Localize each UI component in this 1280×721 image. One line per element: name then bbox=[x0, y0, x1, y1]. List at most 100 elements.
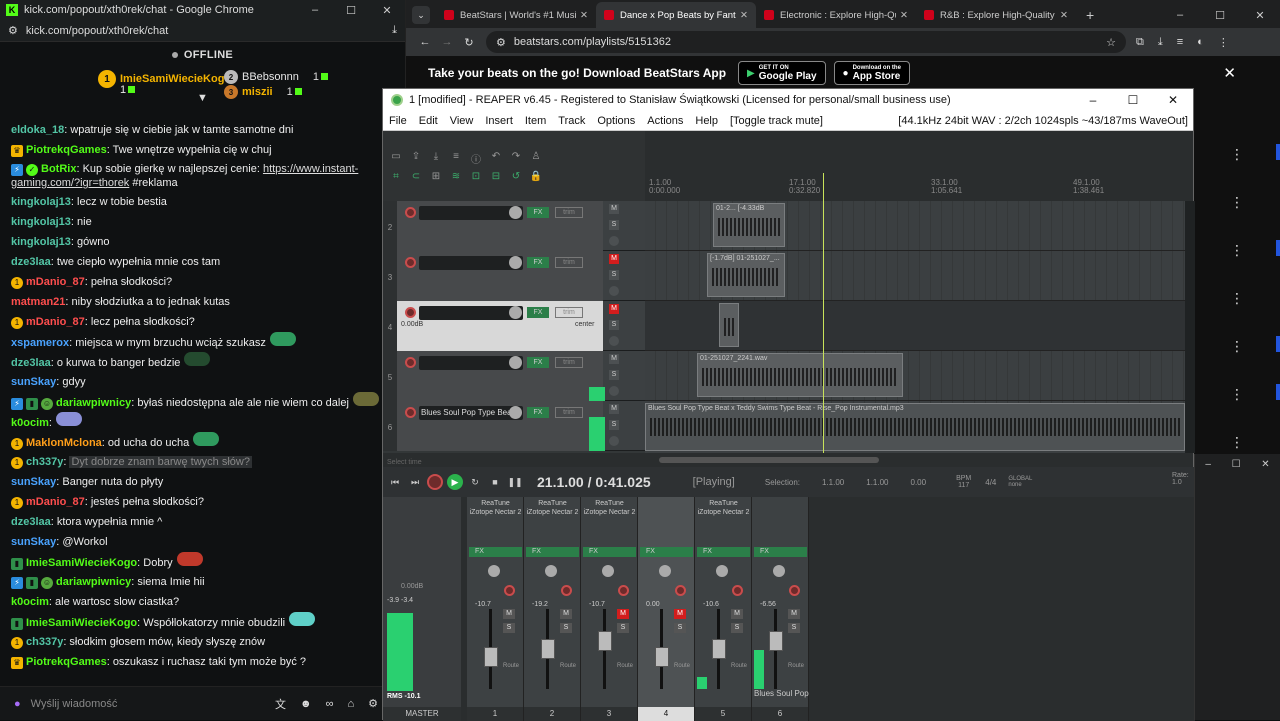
mute-button[interactable]: M bbox=[609, 404, 619, 414]
chat-username[interactable]: eldoka_18 bbox=[11, 124, 64, 136]
banner-close-icon[interactable]: ✕ bbox=[1223, 64, 1236, 82]
emoji-icon[interactable]: ☻ bbox=[300, 698, 312, 710]
volume-knob[interactable] bbox=[509, 306, 522, 319]
tab-close-icon[interactable]: ✕ bbox=[1056, 10, 1068, 21]
minimize-icon[interactable]: – bbox=[1073, 93, 1113, 107]
chat-username[interactable]: sunSkay bbox=[11, 376, 56, 388]
minimize-icon[interactable]: – bbox=[297, 4, 333, 17]
fx-chain-list[interactable]: ReaTune iZotope Nectar 2 bbox=[583, 497, 636, 531]
fx-button[interactable]: FX bbox=[527, 207, 549, 218]
chat-username[interactable]: dze3laa bbox=[11, 357, 51, 369]
chat-username[interactable]: k0ocim bbox=[11, 596, 49, 608]
menu-item[interactable]: View bbox=[450, 115, 474, 127]
mixer-strip[interactable]: ReaTune iZotope Nectar 2 FX -10.6 M S Route 5 bbox=[695, 497, 752, 721]
mute-button[interactable]: M bbox=[788, 609, 800, 619]
pinned-message-icon[interactable]: ▼ bbox=[197, 92, 208, 104]
global-automation[interactable]: GLOBAL none bbox=[1008, 476, 1032, 488]
mixer-strip[interactable]: ReaTune iZotope Nectar 2 FX -19.2 M S Route 2 bbox=[524, 497, 581, 721]
record-arm-button[interactable] bbox=[732, 585, 743, 596]
solo-button[interactable]: S bbox=[609, 370, 619, 380]
track-name-field[interactable] bbox=[419, 306, 523, 320]
close-icon[interactable]: ✕ bbox=[1153, 93, 1193, 107]
fx-button[interactable]: FX bbox=[697, 547, 750, 557]
translate-icon[interactable]: 文 bbox=[275, 696, 286, 712]
pan-knob[interactable] bbox=[602, 565, 614, 577]
fx-chain-list[interactable]: ReaTune iZotope Nectar 2 bbox=[697, 497, 750, 531]
channel-points-icon[interactable]: ∞ bbox=[326, 698, 334, 710]
mixer-strip[interactable]: FX 0.00 M S Route 4 bbox=[638, 497, 695, 721]
track-header[interactable]: 4 FX trim 0.00dB center M S bbox=[383, 301, 645, 351]
leaderboard-third[interactable]: 3 miszii 1 bbox=[224, 85, 302, 99]
extensions-icon[interactable]: ⧉ bbox=[1136, 36, 1144, 49]
menu-item[interactable]: Edit bbox=[419, 115, 438, 127]
menu-item[interactable]: Options bbox=[597, 115, 635, 127]
download-icon[interactable]: ⤓ bbox=[392, 24, 397, 37]
menu-icon[interactable]: ⋮ bbox=[1218, 36, 1229, 49]
chat-username[interactable]: BotRix bbox=[41, 163, 76, 175]
mixer-strip[interactable]: ReaTune iZotope Nectar 2 FX -10.7 M S Route 3 bbox=[581, 497, 638, 721]
open-project-icon[interactable]: ⇪ bbox=[409, 151, 423, 163]
pan-knob[interactable] bbox=[659, 565, 671, 577]
more-options-icon[interactable]: ⋮ bbox=[1230, 194, 1244, 211]
mute-button[interactable]: M bbox=[609, 254, 619, 264]
leaderboard-second[interactable]: 2 BBebsonnn 1 bbox=[224, 70, 329, 84]
time-signature[interactable]: 4/4 bbox=[985, 478, 996, 487]
mute-button[interactable]: M bbox=[731, 609, 743, 619]
site-info-icon[interactable]: ⚙ bbox=[496, 36, 506, 49]
mute-button[interactable]: M bbox=[617, 609, 629, 619]
minimize-icon[interactable]: – bbox=[1205, 459, 1211, 470]
envelope-icon[interactable]: ⊞ bbox=[429, 171, 443, 183]
repeat-icon[interactable]: ↻ bbox=[467, 474, 483, 490]
track-name-field[interactable] bbox=[419, 206, 523, 220]
trim-button[interactable]: trim bbox=[555, 257, 583, 268]
leaderboard-first[interactable]: 1 ImieSamiWiecieKogo 1 bbox=[98, 70, 231, 96]
mixer-strip[interactable]: ReaTune iZotope Nectar 2 FX -10.7 M S Route 1 bbox=[467, 497, 524, 721]
browser-tab[interactable]: BeatStars | World's #1 Music M✕ bbox=[436, 2, 596, 28]
maximize-icon[interactable]: ☐ bbox=[1113, 93, 1153, 107]
route-button[interactable]: Route bbox=[503, 663, 519, 669]
route-button[interactable]: Route bbox=[560, 663, 576, 669]
fx-chain-list[interactable] bbox=[640, 497, 693, 531]
maximize-icon[interactable]: ☐ bbox=[333, 4, 369, 17]
route-button[interactable] bbox=[609, 436, 619, 446]
solo-button[interactable]: S bbox=[609, 220, 619, 230]
undo-icon[interactable]: ↶ bbox=[489, 151, 503, 163]
media-item[interactable]: Blues Soul Pop Type Beat x Teddy Swims T… bbox=[645, 403, 1185, 451]
pause-icon[interactable]: ❚❚ bbox=[507, 474, 523, 490]
fader-cap[interactable] bbox=[541, 639, 555, 659]
fx-button[interactable]: FX bbox=[527, 257, 549, 268]
trim-button[interactable]: trim bbox=[555, 357, 583, 368]
chat-username[interactable]: k0ocim bbox=[11, 417, 49, 429]
audio-device-info[interactable]: [44.1kHz 24bit WAV : 2/2ch 1024spls ~43/… bbox=[898, 115, 1188, 127]
chat-username[interactable]: mDanio_87 bbox=[26, 496, 85, 508]
track-name-field[interactable] bbox=[419, 256, 523, 270]
fader-cap[interactable] bbox=[769, 631, 783, 651]
menu-item[interactable]: Insert bbox=[485, 115, 513, 127]
stop-icon[interactable]: ■ bbox=[487, 474, 503, 490]
tab-search-icon[interactable]: ⌄ bbox=[412, 6, 430, 24]
more-options-icon[interactable]: ⋮ bbox=[1230, 386, 1244, 403]
record-arm-button[interactable] bbox=[405, 207, 416, 218]
fx-button[interactable]: FX bbox=[527, 357, 549, 368]
chat-username[interactable]: dze3laa bbox=[11, 516, 51, 528]
solo-button[interactable]: S bbox=[788, 623, 800, 633]
cross-fade-icon[interactable]: ⊟ bbox=[489, 171, 503, 183]
trim-button[interactable]: trim bbox=[555, 407, 583, 418]
fx-chain-list[interactable] bbox=[754, 497, 807, 531]
horizontal-scrollbar[interactable] bbox=[645, 453, 1185, 467]
media-item[interactable]: 01-2... [-4.33dB bbox=[713, 203, 785, 247]
chat-username[interactable]: kingkolaj13 bbox=[11, 236, 71, 248]
chat-username[interactable]: mDanio_87 bbox=[26, 316, 85, 328]
microphone-icon[interactable]: ● bbox=[14, 698, 21, 710]
fader-cap[interactable] bbox=[598, 631, 612, 651]
route-button[interactable]: Route bbox=[788, 663, 804, 669]
browser-tab[interactable]: Dance x Pop Beats by Fantom ✕ bbox=[596, 2, 756, 28]
add-to-cart-button[interactable] bbox=[1276, 384, 1280, 400]
solo-button[interactable]: S bbox=[609, 420, 619, 430]
redo-icon[interactable]: ↷ bbox=[509, 151, 523, 163]
media-item[interactable] bbox=[719, 303, 739, 347]
chat-username[interactable]: PiotrekqGames bbox=[26, 144, 107, 156]
trim-button[interactable]: trim bbox=[555, 307, 583, 318]
item-grouping-icon[interactable]: ⊂ bbox=[409, 171, 423, 183]
more-options-icon[interactable]: ⋮ bbox=[1230, 242, 1244, 259]
